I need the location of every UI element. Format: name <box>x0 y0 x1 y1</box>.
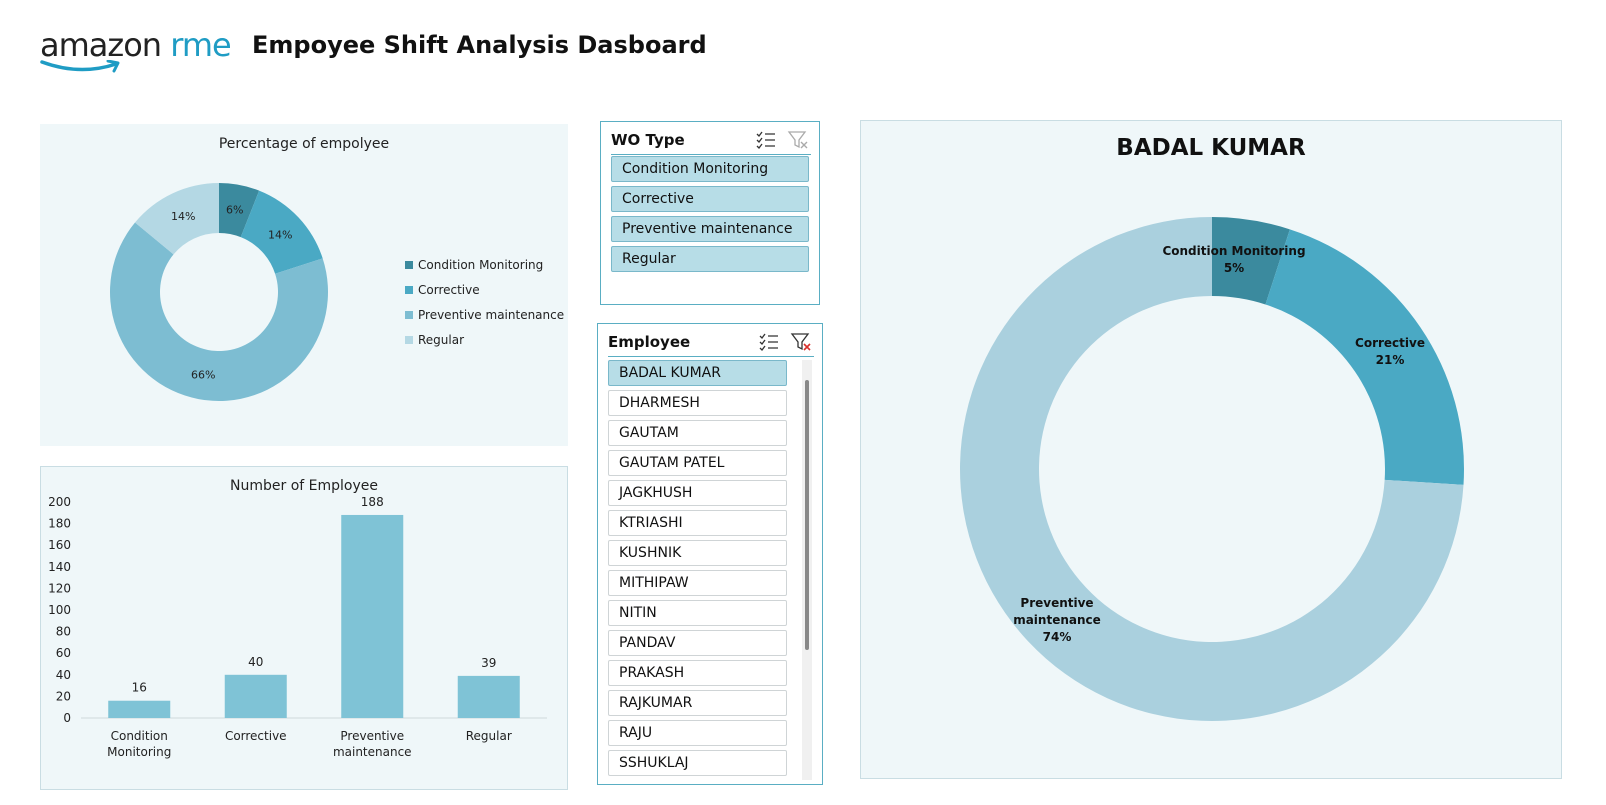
y-tick-label: 60 <box>56 646 71 660</box>
big-donut-label-preventive-maintenance: maintenance <box>1013 613 1101 627</box>
multi-select-icon[interactable] <box>758 332 780 352</box>
bar-data-label: 188 <box>361 495 384 509</box>
big-donut-label-condition-monitoring: 5% <box>1224 261 1244 275</box>
wo-type-slicer: WO Type Condition Monitoring Corrective Pr… <box>600 121 820 305</box>
legend-label: Preventive maintenance <box>418 307 565 322</box>
slicer-item-kushnik[interactable]: KUSHNIK <box>608 540 787 566</box>
slicer-item-corrective[interactable]: Corrective <box>611 186 809 212</box>
bar-data-label: 16 <box>132 681 147 695</box>
slicer-item-condition-monitoring[interactable]: Condition Monitoring <box>611 156 809 182</box>
big-donut-label-preventive-maintenance: Preventive <box>1020 596 1093 610</box>
wo-type-slicer-title: WO Type <box>611 131 685 149</box>
y-tick-label: 160 <box>48 538 71 552</box>
slicer-item-mithipaw[interactable]: MITHIPAW <box>608 570 787 596</box>
legend-label: Corrective <box>418 282 480 297</box>
slicer-item-dharmesh[interactable]: DHARMESH <box>608 390 787 416</box>
logo-text: amazon rme <box>40 26 232 64</box>
slicer-item-gautam[interactable]: GAUTAM <box>608 420 787 446</box>
scrollbar-thumb[interactable] <box>805 380 809 650</box>
legend-item-corrective: Corrective <box>405 277 564 302</box>
clear-filter-icon[interactable] <box>787 130 809 150</box>
slicer-item-raju[interactable]: RAJU <box>608 720 787 746</box>
employee-slicer-header: Employee <box>608 330 814 357</box>
big-donut-label-corrective: Corrective <box>1355 336 1425 350</box>
employee-detail-chart-panel: BADAL KUMAR Condition Monitoring 5% Correc… <box>860 120 1562 779</box>
donut-slice-corrective <box>1265 229 1464 485</box>
slicer-item-regular[interactable]: Regular <box>611 246 809 272</box>
legend-swatch <box>405 335 413 344</box>
big-donut-label-condition-monitoring: Condition Monitoring <box>1162 244 1305 258</box>
slicer-item-preventive-maintenance[interactable]: Preventive maintenance <box>611 216 809 242</box>
legend-label: Condition Monitoring <box>418 257 544 272</box>
legend-item-condition-monitoring: Condition Monitoring <box>405 252 564 277</box>
clear-filter-icon[interactable] <box>790 332 812 352</box>
slicer-item-jagkhush[interactable]: JAGKHUSH <box>608 480 787 506</box>
page-title: Empoyee Shift Analysis Dasboard <box>252 31 707 59</box>
employee-detail-donut-chart: Condition Monitoring 5% Corrective 21% Preve… <box>960 217 1464 721</box>
data-label-corrective: 14% <box>268 228 292 241</box>
x-tick-label: Condition <box>111 729 168 743</box>
x-tick-label: maintenance <box>333 745 412 759</box>
legend-item-preventive-maintenance: Preventive maintenance <box>405 302 564 327</box>
logo-word: amazon <box>40 26 162 64</box>
employee-count-chart-panel: Number of Employee 0 20 40 60 80 100 120 140 160… <box>40 466 568 790</box>
y-tick-label: 100 <box>48 603 71 617</box>
percentage-chart-panel: Percentage of empolyee 6% 14% 66% 14% Condi… <box>40 124 568 446</box>
employee-slicer: Employee BADAL KUMAR DHARMESH GAUTAM GAUTAM… <box>597 323 823 785</box>
amazon-smile-icon <box>40 60 120 73</box>
y-tick-label: 180 <box>48 517 71 531</box>
y-tick-label: 140 <box>48 560 71 574</box>
x-tick-label: Regular <box>466 729 512 743</box>
slicer-item-prakash[interactable]: PRAKASH <box>608 660 787 686</box>
big-donut-label-preventive-maintenance: 74% <box>1043 630 1072 644</box>
y-tick-label: 40 <box>56 668 71 682</box>
slicer-item-nitin[interactable]: NITIN <box>608 600 787 626</box>
x-tick-label: Corrective <box>225 729 287 743</box>
multi-select-icon[interactable] <box>755 130 777 150</box>
x-tick-label: Monitoring <box>107 745 171 759</box>
percentage-chart-legend: Condition Monitoring Corrective Preventive… <box>405 252 564 352</box>
legend-swatch <box>405 310 413 319</box>
logo-suffix: rme <box>170 26 231 64</box>
data-label-preventive-maintenance: 66% <box>191 369 215 382</box>
employee-slicer-title: Employee <box>608 333 691 351</box>
x-tick-label: Preventive <box>340 729 404 743</box>
slicer-item-gautam-patel[interactable]: GAUTAM PATEL <box>608 450 787 476</box>
employee-count-bar-chart: 0 20 40 60 80 100 120 140 160 180 200 16 Condition Mo… <box>48 495 547 759</box>
slicer-item-rajkumar[interactable]: RAJKUMAR <box>608 690 787 716</box>
legend-label: Regular <box>418 332 465 347</box>
legend-swatch <box>405 260 413 269</box>
employee-slicer-scrollbar[interactable] <box>802 360 812 780</box>
y-tick-label: 20 <box>56 689 71 703</box>
data-label-condition-monitoring: 6% <box>226 203 243 216</box>
bar-data-label: 39 <box>481 656 496 670</box>
y-tick-label: 0 <box>63 711 71 725</box>
legend-swatch <box>405 285 413 294</box>
amazon-rme-logo: amazon rme <box>40 24 240 80</box>
slicer-item-ktriashi[interactable]: KTRIASHI <box>608 510 787 536</box>
y-tick-label: 120 <box>48 581 71 595</box>
y-tick-label: 80 <box>56 625 71 639</box>
bar-condition-monitoring <box>108 700 171 718</box>
bar-preventive-maintenance <box>341 514 404 718</box>
bar-data-label: 40 <box>248 655 263 669</box>
legend-item-regular: Regular <box>405 327 564 352</box>
y-tick-label: 200 <box>48 495 71 509</box>
big-donut-label-corrective: 21% <box>1376 353 1405 367</box>
slicer-item-pandav[interactable]: PANDAV <box>608 630 787 656</box>
bar-corrective <box>224 674 287 718</box>
slicer-item-sshuklaj[interactable]: SSHUKLAJ <box>608 750 787 776</box>
wo-type-slicer-header: WO Type <box>611 128 811 155</box>
bar-regular <box>457 675 520 718</box>
slicer-item-badal-kumar[interactable]: BADAL KUMAR <box>608 360 787 386</box>
data-label-regular: 14% <box>171 210 195 223</box>
